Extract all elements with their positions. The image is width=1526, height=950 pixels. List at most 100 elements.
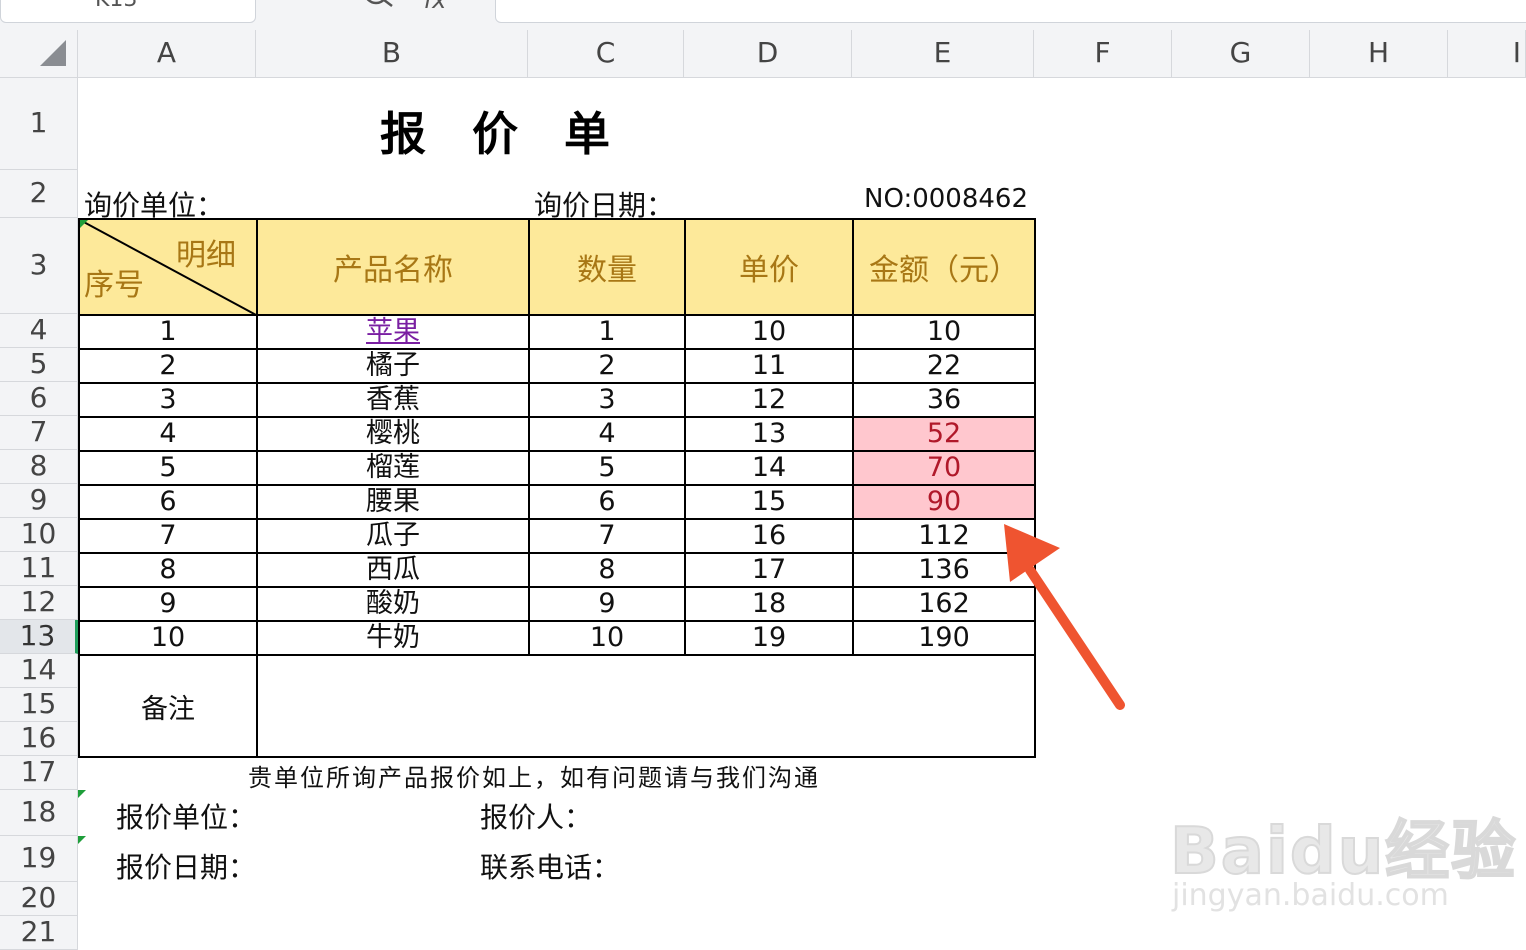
formula-input[interactable]	[495, 0, 1526, 23]
row-header-14[interactable]: 14	[0, 654, 78, 688]
annotation-arrow-icon	[1004, 524, 1125, 710]
product-name-cell[interactable]: 樱桃	[256, 416, 530, 452]
unit-price-cell[interactable]: 15	[684, 484, 854, 520]
amount-cell[interactable]: 36	[852, 382, 1036, 418]
quantity-cell[interactable]: 4	[528, 416, 686, 452]
index-cell[interactable]: 1	[78, 314, 258, 350]
product-name-cell[interactable]: 西瓜	[256, 552, 530, 588]
quantity-cell[interactable]: 9	[528, 586, 686, 622]
row-header-2[interactable]: 2	[0, 170, 78, 218]
amount-cell[interactable]: 22	[852, 348, 1036, 384]
table-row: 9 酸奶 9 18 162	[78, 586, 1036, 622]
index-cell[interactable]: 4	[78, 416, 258, 452]
unit-price-cell[interactable]: 16	[684, 518, 854, 554]
unit-price-cell[interactable]: 17	[684, 552, 854, 588]
column-header-d[interactable]: D	[684, 30, 852, 78]
comment-marker-icon	[78, 790, 86, 798]
sheet-title: 报 价 单	[380, 107, 610, 161]
unit-price-cell[interactable]: 19	[684, 620, 854, 656]
index-cell[interactable]: 6	[78, 484, 258, 520]
select-all-icon	[40, 40, 66, 66]
unit-price-cell[interactable]: 13	[684, 416, 854, 452]
unit-price-cell[interactable]: 10	[684, 314, 854, 350]
row-header-15[interactable]: 15	[0, 688, 78, 722]
quantity-cell[interactable]: 7	[528, 518, 686, 554]
comment-marker-icon	[78, 836, 86, 844]
column-header-f[interactable]: F	[1034, 30, 1172, 78]
header-amount[interactable]: 金额（元）	[852, 218, 1036, 316]
column-header-a[interactable]: A	[78, 30, 256, 78]
row-header-12[interactable]: 12	[0, 586, 78, 620]
product-name-cell[interactable]: 瓜子	[256, 518, 530, 554]
name-box[interactable]: K13	[0, 0, 256, 23]
remarks-label[interactable]: 备注	[78, 654, 258, 758]
row-header-17[interactable]: 17	[0, 756, 78, 790]
unit-price-cell[interactable]: 11	[684, 348, 854, 384]
fx-button[interactable]: fx	[360, 0, 446, 14]
row-header-20[interactable]: 20	[0, 882, 78, 916]
row-header-10[interactable]: 10	[0, 518, 78, 552]
column-header-h[interactable]: H	[1310, 30, 1448, 78]
row-header-13[interactable]: 13	[0, 620, 78, 654]
index-cell[interactable]: 9	[78, 586, 258, 622]
column-header-e[interactable]: E	[852, 30, 1034, 78]
index-cell[interactable]: 5	[78, 450, 258, 486]
amount-cell[interactable]: 52	[852, 416, 1036, 452]
row-header-7[interactable]: 7	[0, 416, 78, 450]
row-header-3[interactable]: 3	[0, 218, 78, 314]
amount-cell[interactable]: 70	[852, 450, 1036, 486]
row-header-5[interactable]: 5	[0, 348, 78, 382]
row-header-8[interactable]: 8	[0, 450, 78, 484]
product-name-cell[interactable]: 腰果	[256, 484, 530, 520]
remarks-cell[interactable]	[256, 654, 1036, 758]
search-icon	[366, 0, 393, 7]
index-cell[interactable]: 3	[78, 382, 258, 418]
column-header-i[interactable]: I	[1448, 30, 1526, 78]
row-header-1[interactable]: 1	[0, 78, 78, 170]
header-index-label: 序号	[84, 268, 144, 303]
index-cell[interactable]: 8	[78, 552, 258, 588]
unit-price-cell[interactable]: 18	[684, 586, 854, 622]
column-header-b[interactable]: B	[256, 30, 528, 78]
amount-cell[interactable]: 10	[852, 314, 1036, 350]
product-name-cell[interactable]: 酸奶	[256, 586, 530, 622]
table-row: 6 腰果 6 15 90	[78, 484, 1036, 520]
row-header-21[interactable]: 21	[0, 916, 78, 950]
quote-unit-label: 报价单位：	[116, 801, 257, 834]
index-cell[interactable]: 2	[78, 348, 258, 384]
row-header-11[interactable]: 11	[0, 552, 78, 586]
table-row: 4 樱桃 4 13 52	[78, 416, 1036, 452]
product-name-cell[interactable]: 苹果	[256, 314, 530, 350]
item-rows: 1 苹果 1 10 10 2 橘子 2 11 22 3 香蕉 3 12 36 4 樱桃 4 13 52 5 榴莲 5 14 70…	[78, 314, 1036, 656]
column-header-c[interactable]: C	[528, 30, 684, 78]
row-header-6[interactable]: 6	[0, 382, 78, 416]
row-header-16[interactable]: 16	[0, 722, 78, 756]
row-header-4[interactable]: 4	[0, 314, 78, 348]
order-number: NO:0008462	[864, 184, 1029, 214]
row-header-9[interactable]: 9	[0, 484, 78, 518]
quantity-cell[interactable]: 6	[528, 484, 686, 520]
quantity-cell[interactable]: 2	[528, 348, 686, 384]
quoter-label: 报价人：	[480, 801, 593, 834]
product-name-cell[interactable]: 牛奶	[256, 620, 530, 656]
row-header-18[interactable]: 18	[0, 790, 78, 836]
product-name-cell[interactable]: 榴莲	[256, 450, 530, 486]
header-quantity[interactable]: 数量	[528, 218, 686, 316]
header-diagonal-cell[interactable]: 明细 序号	[78, 218, 258, 316]
header-product-name[interactable]: 产品名称	[256, 218, 530, 316]
quantity-cell[interactable]: 10	[528, 620, 686, 656]
quantity-cell[interactable]: 5	[528, 450, 686, 486]
unit-price-cell[interactable]: 12	[684, 382, 854, 418]
index-cell[interactable]: 10	[78, 620, 258, 656]
product-name-cell[interactable]: 橘子	[256, 348, 530, 384]
quantity-cell[interactable]: 3	[528, 382, 686, 418]
header-unit-price[interactable]: 单价	[684, 218, 854, 316]
select-all-corner[interactable]	[0, 30, 78, 78]
quantity-cell[interactable]: 1	[528, 314, 686, 350]
quantity-cell[interactable]: 8	[528, 552, 686, 588]
product-name-cell[interactable]: 香蕉	[256, 382, 530, 418]
column-header-g[interactable]: G	[1172, 30, 1310, 78]
row-header-19[interactable]: 19	[0, 836, 78, 882]
unit-price-cell[interactable]: 14	[684, 450, 854, 486]
index-cell[interactable]: 7	[78, 518, 258, 554]
